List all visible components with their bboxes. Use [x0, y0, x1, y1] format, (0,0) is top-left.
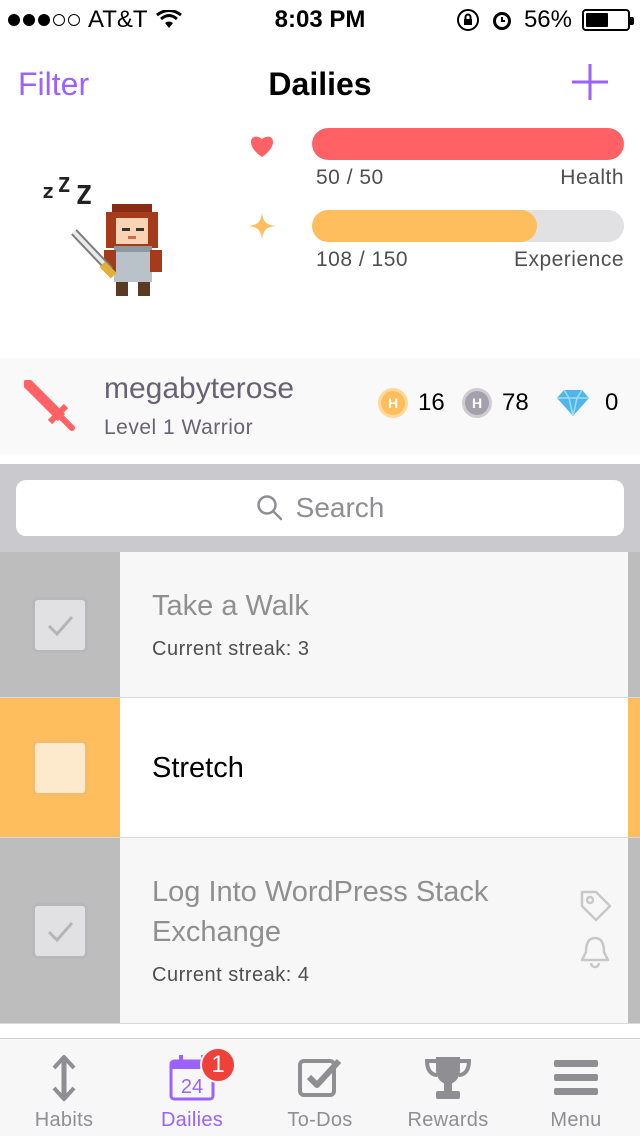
sword-icon [24, 380, 75, 431]
task-row[interactable]: Take a Walk Current streak: 3 [0, 552, 640, 698]
task-content[interactable]: Log Into WordPress Stack Exchange Curren… [120, 838, 628, 1023]
task-title: Take a Walk [152, 590, 309, 622]
health-bar-fill [312, 128, 624, 160]
tab-label: Menu [550, 1109, 602, 1131]
silver-coin-icon: H [462, 388, 492, 418]
avatar[interactable]: z Z Z [30, 170, 190, 310]
search-bar: Search [0, 464, 640, 552]
battery-percent: 56% [523, 6, 572, 33]
health-stat: 50 / 50 Health [240, 128, 624, 192]
search-icon [256, 495, 282, 521]
tab-dailies[interactable]: 24 1 Dailies [128, 1039, 256, 1136]
user-level: Level 1 Warrior [104, 416, 254, 439]
checkmark-icon [47, 921, 74, 942]
task-row[interactable]: Stretch [0, 698, 640, 838]
task-checkbox[interactable] [32, 739, 88, 796]
battery-icon [582, 9, 634, 31]
tab-label: Habits [34, 1109, 94, 1131]
tab-label: Rewards [407, 1109, 489, 1131]
status-bar: AT&T 8:03 PM 56% [0, 0, 640, 40]
search-input[interactable]: Search [16, 480, 624, 536]
silver-amount: 78 [502, 389, 529, 416]
task-color-strip [628, 552, 640, 697]
health-value: 50 / 50 [316, 166, 384, 189]
tab-label: Dailies [160, 1109, 224, 1131]
gem-amount: 0 [605, 389, 619, 416]
checkbox-icon [298, 1058, 342, 1097]
rotation-lock-icon [456, 9, 479, 31]
tab-label: To-Dos [287, 1109, 353, 1131]
task-title: Log Into WordPress Stack Exchange [152, 876, 489, 948]
experience-bar-fill [312, 210, 537, 242]
sleeping-avatar-icon: z Z Z [42, 173, 162, 296]
nav-bar: Filter Dailies [0, 40, 640, 128]
task-streak: Current streak: 3 [152, 638, 310, 660]
gold-amount: 16 [418, 389, 445, 416]
checkmark-icon [47, 615, 74, 636]
tab-todos[interactable]: To-Dos [256, 1039, 384, 1136]
alarm-icon [492, 12, 511, 30]
health-label: Health [560, 166, 624, 189]
gem-currency: 0 [555, 388, 618, 418]
star-icon [248, 212, 276, 240]
task-content[interactable]: Take a Walk Current streak: 3 [120, 552, 628, 697]
tab-habits[interactable]: Habits [0, 1039, 128, 1136]
plus-icon[interactable] [570, 62, 610, 102]
task-color-strip [628, 838, 640, 1023]
task-color-strip [628, 698, 640, 837]
task-checkbox[interactable] [32, 596, 88, 653]
gold-coin-icon: H [378, 388, 408, 418]
experience-stat: 108 / 150 Experience [240, 210, 624, 274]
page-title: Dailies [268, 66, 372, 102]
arrows-vertical-icon [52, 1055, 76, 1101]
task-status-column [0, 552, 120, 697]
task-row[interactable]: Log Into WordPress Stack Exchange Curren… [0, 838, 640, 1024]
tag-icon [580, 890, 612, 922]
status-right: 56% [456, 6, 634, 34]
silver-currency: H 78 [462, 388, 529, 418]
menu-icon [554, 1060, 598, 1095]
health-bar [312, 128, 624, 160]
svg-text:z: z [42, 179, 54, 203]
task-status-column [0, 838, 120, 1023]
search-placeholder: Search [295, 492, 385, 523]
experience-bar [312, 210, 624, 242]
tab-menu[interactable]: Menu [512, 1039, 640, 1136]
svg-text:Z: Z [76, 181, 92, 211]
notification-badge: 1 [200, 1047, 236, 1083]
task-checkbox[interactable] [32, 902, 88, 959]
tab-rewards[interactable]: Rewards [384, 1039, 512, 1136]
experience-value: 108 / 150 [316, 248, 409, 271]
heart-icon [250, 136, 274, 157]
bell-icon [580, 936, 610, 969]
calendar-day: 24 [181, 1076, 203, 1098]
task-content[interactable]: Stretch [120, 698, 628, 837]
experience-label: Experience [513, 248, 624, 271]
svg-text:Z: Z [58, 173, 70, 197]
task-title: Stretch [152, 752, 244, 784]
trophy-icon [424, 1057, 472, 1099]
user-info-row[interactable]: megabyterose Level 1 Warrior H 16 H 78 0 [0, 358, 640, 454]
task-status-column [0, 698, 120, 837]
username: megabyterose [104, 372, 295, 405]
gem-icon [557, 389, 589, 417]
tab-bar: Habits 24 1 Dailies To-Dos Rewards Menu [0, 1038, 640, 1136]
task-streak: Current streak: 4 [152, 964, 310, 986]
gold-currency: H 16 [378, 388, 445, 418]
